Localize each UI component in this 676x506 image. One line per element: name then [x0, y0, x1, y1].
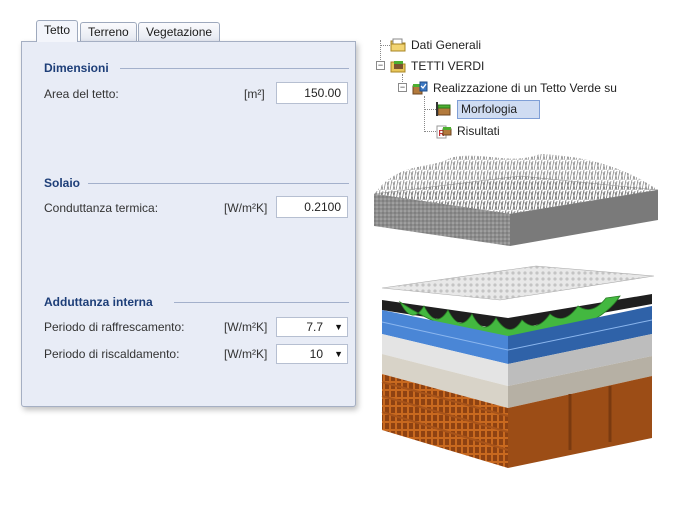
- conduttanza-unit: [W/m²K]: [224, 201, 268, 215]
- chevron-down-icon[interactable]: ▼: [334, 345, 343, 363]
- riscaldamento-select[interactable]: 10 ▼: [276, 344, 348, 364]
- conduttanza-label: Conduttanza termica:: [44, 201, 159, 215]
- section-title-adduttanza: Adduttanza interna: [44, 295, 153, 309]
- area-unit: [m²]: [244, 87, 265, 101]
- results-icon: R: [436, 123, 452, 139]
- tree-item-risultati[interactable]: R Risultati: [436, 122, 500, 140]
- tab-tetto[interactable]: Tetto: [36, 20, 79, 42]
- tree-connector: [380, 45, 390, 46]
- grass-substrate-layer: [373, 154, 659, 246]
- filter-membrane-layer: [381, 265, 655, 301]
- section-title-dimensioni: Dimensioni: [44, 61, 109, 75]
- tetto-panel: Dimensioni Area del tetto: [m²] 150.00 S…: [21, 41, 356, 407]
- tree-item-label: Dati Generali: [411, 38, 482, 52]
- tree-item-label: Realizzazione di un Tetto Verde su: [433, 81, 617, 95]
- section-divider: [120, 68, 349, 69]
- raffrescamento-value: 7.7: [306, 320, 323, 334]
- section-divider: [88, 183, 349, 184]
- tree-item-label: Morfologia: [457, 99, 541, 119]
- collapse-toggle[interactable]: −: [398, 83, 407, 92]
- raffrescamento-select[interactable]: 7.7 ▼: [276, 317, 348, 337]
- tree-item-label: TETTI VERDI: [411, 59, 485, 73]
- project-icon: [412, 80, 428, 96]
- folder-icon: [390, 37, 406, 53]
- tree-connector: [424, 109, 436, 110]
- tree-item-tetti-verdi[interactable]: TETTI VERDI: [390, 57, 484, 75]
- raffrescamento-label: Periodo di raffrescamento:: [44, 320, 185, 334]
- tab-vegetazione[interactable]: Vegetazione: [138, 22, 221, 41]
- section-title-solaio: Solaio: [44, 176, 81, 190]
- tree-connector: [424, 96, 425, 132]
- riscaldamento-label: Periodo di riscaldamento:: [44, 347, 180, 361]
- riscaldamento-unit: [W/m²K]: [224, 347, 268, 361]
- section-divider: [174, 302, 349, 303]
- tree-item-label: Risultati: [457, 124, 500, 138]
- conduttanza-input[interactable]: 0.2100: [276, 196, 348, 218]
- tree-item-dati-generali[interactable]: Dati Generali: [390, 36, 481, 54]
- project-tree: Dati Generali − TETTI VERDI − Realizzazi…: [366, 32, 666, 144]
- chevron-down-icon[interactable]: ▼: [334, 318, 343, 336]
- tree-connector: [424, 131, 436, 132]
- tree-item-realizzazione[interactable]: Realizzazione di un Tetto Verde su: [412, 79, 617, 97]
- green-roof-layers-illustration: [373, 154, 659, 468]
- collapse-toggle[interactable]: −: [376, 61, 385, 70]
- green-roof-folder-icon: [390, 58, 406, 74]
- tree-item-morfologia[interactable]: Morfologia: [436, 99, 541, 119]
- morphology-icon: [436, 101, 452, 117]
- riscaldamento-value: 10: [309, 347, 323, 361]
- area-input[interactable]: 150.00: [276, 82, 348, 104]
- tab-terreno[interactable]: Terreno: [80, 22, 137, 41]
- area-label: Area del tetto:: [44, 87, 119, 101]
- raffrescamento-unit: [W/m²K]: [224, 320, 268, 334]
